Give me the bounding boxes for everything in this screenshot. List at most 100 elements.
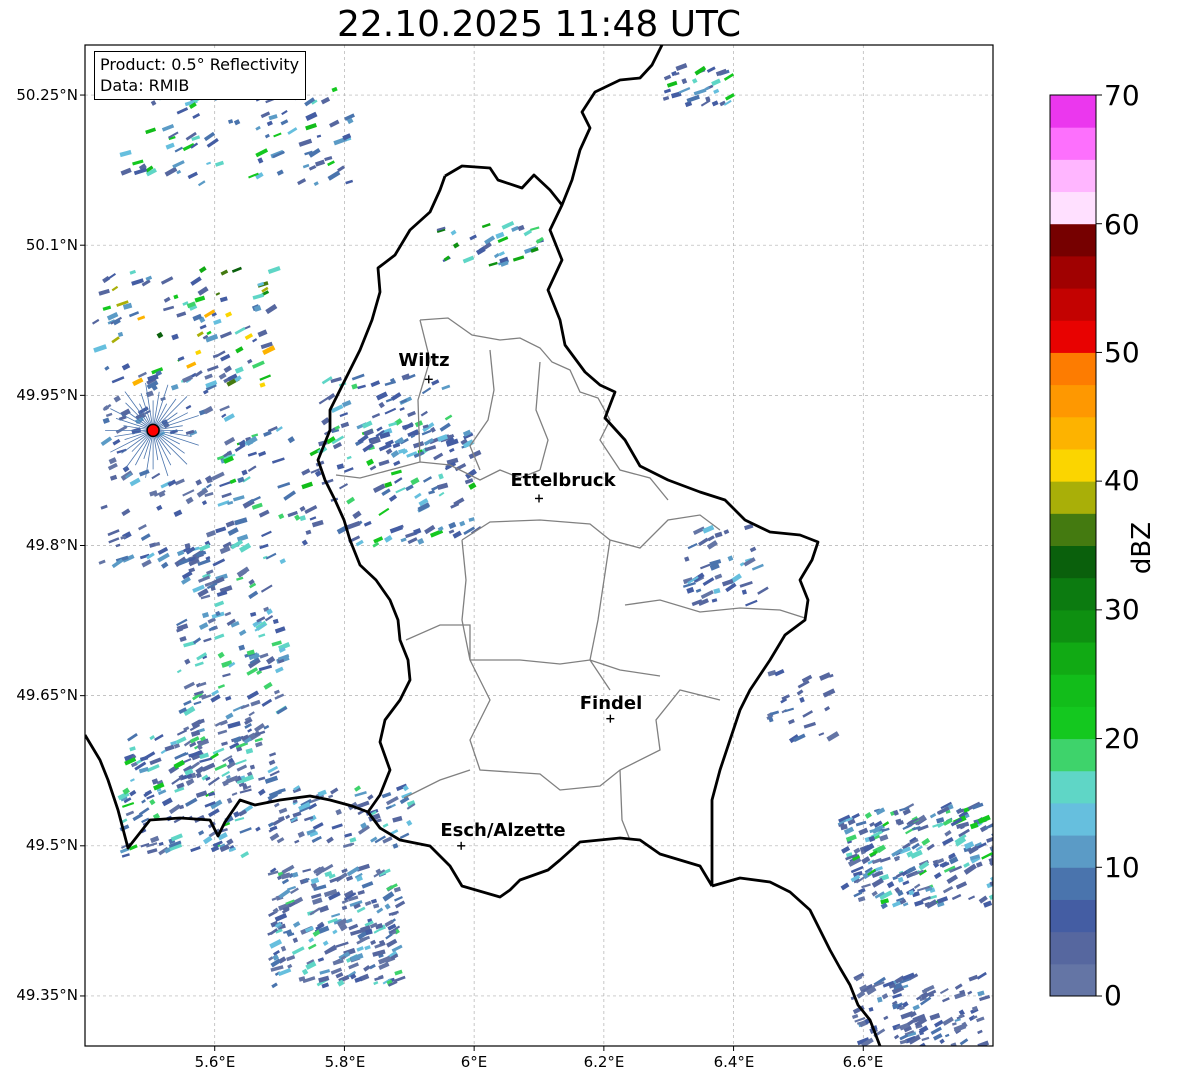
- echo-cell: [265, 303, 278, 315]
- echo-cell: [161, 797, 173, 807]
- echo-cell: [234, 817, 245, 822]
- echo-cell: [331, 823, 343, 830]
- echo-cell: [91, 318, 100, 325]
- echo-cell: [168, 803, 182, 815]
- echo-cell: [302, 868, 312, 873]
- echo-cell: [268, 114, 278, 121]
- colorbar-segment: [1050, 513, 1096, 546]
- echo-cell: [714, 531, 723, 538]
- echo-cell: [332, 929, 338, 935]
- lat-tick-label: 49.95°N: [16, 386, 78, 404]
- echo-cell: [279, 558, 286, 565]
- echo-cell: [197, 286, 209, 296]
- echo-cell: [176, 107, 189, 115]
- echo-cell: [330, 787, 339, 795]
- echo-cell: [904, 1052, 909, 1056]
- echo-cell: [318, 396, 330, 405]
- echo-cell: [225, 520, 235, 528]
- echo-cell: [700, 590, 714, 599]
- echo-cell: [294, 839, 300, 844]
- echo-cell: [371, 412, 381, 419]
- echo-cell: [444, 414, 453, 421]
- echo-cell: [954, 983, 963, 990]
- echo-cell: [194, 661, 204, 667]
- echo-cell: [292, 921, 301, 928]
- echo-cell: [246, 690, 259, 700]
- echo-cell: [913, 883, 921, 889]
- echo-cell: [234, 517, 248, 526]
- echo-cell: [663, 88, 672, 94]
- echo-cell: [864, 811, 872, 819]
- echo-cell: [328, 794, 334, 799]
- echo-cell: [464, 478, 474, 485]
- echo-cell: [977, 814, 991, 825]
- echo-cell: [170, 833, 183, 842]
- echo-cell: [132, 159, 144, 166]
- echo-cell: [227, 119, 234, 124]
- lon-tick-label: 6.2°E: [583, 1053, 625, 1071]
- colorbar-segment: [1050, 288, 1096, 321]
- echo-cell: [686, 94, 700, 103]
- echo-cell: [214, 763, 227, 772]
- echo-cell: [684, 556, 690, 562]
- echo-cell: [183, 699, 192, 706]
- echo-cell: [201, 762, 216, 772]
- echo-cell: [310, 877, 320, 885]
- echo-cell: [223, 365, 232, 373]
- echo-cell: [912, 1042, 927, 1046]
- echo-cell: [233, 119, 241, 126]
- echo-cell: [185, 404, 192, 410]
- echo-cell: [287, 127, 298, 135]
- echo-cell: [258, 633, 266, 638]
- echo-cell: [853, 847, 861, 855]
- echo-cell: [337, 165, 346, 173]
- echo-cell: [102, 305, 112, 311]
- echo-cell: [700, 563, 711, 570]
- echo-cell: [113, 395, 121, 403]
- echo-cell: [663, 74, 672, 81]
- echo-cell: [269, 832, 280, 842]
- echo-cell: [702, 524, 715, 534]
- echo-cell: [202, 835, 213, 845]
- echo-cell: [312, 835, 322, 843]
- city-label-findel: Findel: [579, 693, 643, 714]
- echo-cell: [257, 788, 266, 796]
- echo-cell: [244, 333, 254, 341]
- echo-cell: [129, 269, 137, 275]
- echo-cell: [378, 507, 390, 516]
- echo-cell: [417, 538, 425, 545]
- echo-cell: [934, 1019, 944, 1028]
- echo-cell: [258, 664, 273, 672]
- echo-cell: [459, 520, 466, 527]
- echo-cell: [301, 539, 308, 546]
- echo-cell: [319, 969, 331, 975]
- echo-cell: [316, 134, 322, 138]
- echo-cell: [301, 468, 311, 476]
- echo-cell: [769, 710, 780, 716]
- echo-cell: [190, 276, 202, 286]
- echo-cell: [784, 707, 795, 713]
- echo-cell: [714, 573, 723, 580]
- echo-cell: [385, 795, 399, 806]
- echo-cell: [278, 513, 285, 520]
- echo-cell: [942, 885, 954, 894]
- echo-cell: [394, 900, 406, 909]
- echo-cell: [858, 827, 869, 836]
- echo-cell: [448, 529, 455, 534]
- echo-cell: [297, 831, 305, 838]
- echo-cell: [236, 566, 250, 578]
- echo-cell: [268, 759, 276, 766]
- echo-cell: [107, 529, 120, 537]
- echo-cell: [433, 452, 444, 461]
- echo-cell: [265, 552, 277, 560]
- product-info-box: Product: 0.5° Reflectivity Data: RMIB: [94, 51, 307, 100]
- echo-cell: [312, 822, 324, 830]
- echo-cell: [944, 830, 952, 837]
- echo-cell: [318, 905, 329, 913]
- echo-cell: [401, 373, 411, 381]
- colorbar-segment: [1050, 191, 1096, 225]
- echo-cell: [393, 886, 401, 893]
- echo-cell: [139, 755, 149, 762]
- echo-cell: [232, 495, 245, 502]
- echo-cell: [862, 843, 875, 853]
